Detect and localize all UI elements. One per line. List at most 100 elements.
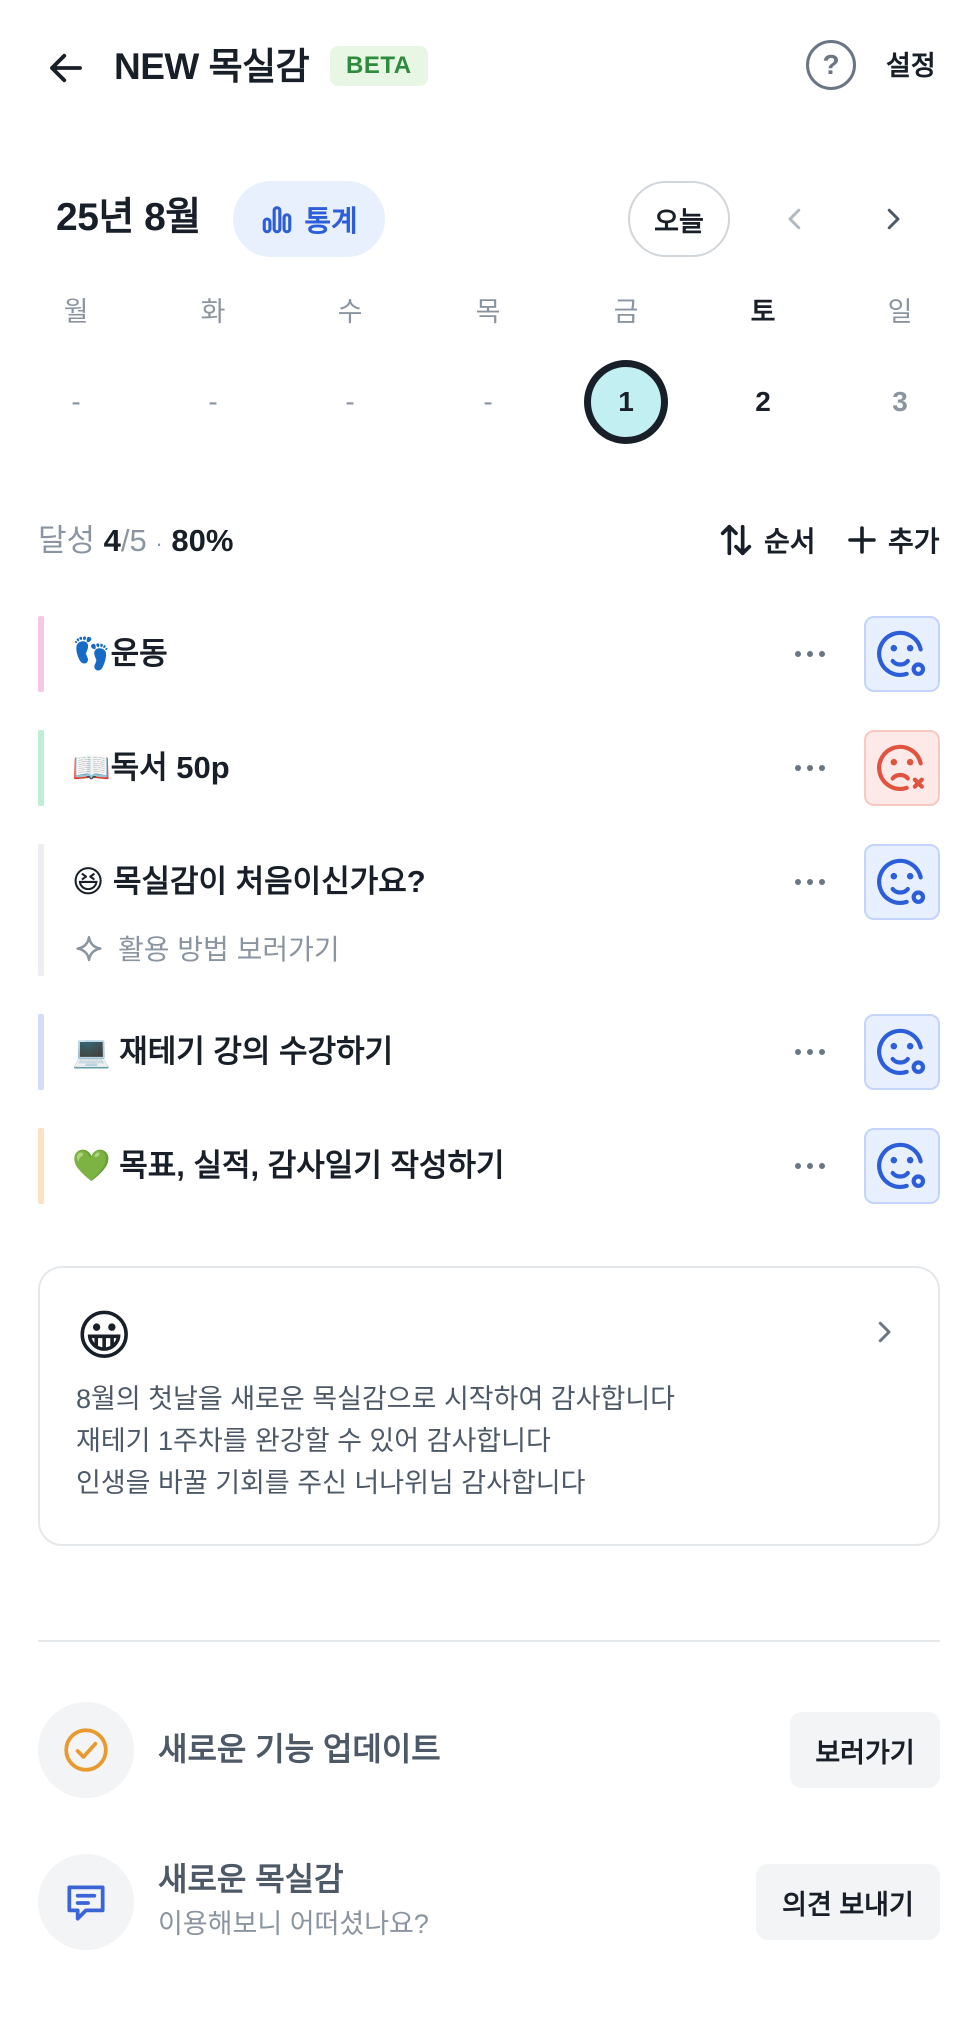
habit-check-button[interactable] <box>864 730 940 806</box>
habit-item[interactable]: 📖독서 50p <box>38 730 940 806</box>
beta-badge: BETA <box>330 46 428 86</box>
more-options-button[interactable] <box>782 634 838 674</box>
chat-bubble-icon <box>67 1885 105 1921</box>
order-button[interactable]: 순서 <box>716 520 816 560</box>
habit-label: 목표, 실적, 감사일기 작성하기 <box>110 1148 505 1183</box>
smile-check-icon <box>877 1142 926 1189</box>
day-cell[interactable]: - <box>308 360 392 444</box>
diary-line: 8월의 첫날을 새로운 목실감으로 시작하여 감사합니다 <box>76 1384 676 1414</box>
achievement-label: 달성 <box>38 523 96 558</box>
smile-check-icon <box>877 1028 926 1075</box>
back-button[interactable] <box>38 40 94 96</box>
chevron-right-icon <box>887 208 900 230</box>
chevron-right-icon <box>864 1312 904 1352</box>
more-options-button[interactable] <box>782 748 838 788</box>
habit-name: 👣운동 <box>72 630 168 678</box>
weekday-label: 일 <box>887 297 913 327</box>
habit-emoji: 📖 <box>72 750 111 785</box>
habit-color-bar <box>38 1014 44 1090</box>
page-title: NEW 목실감 <box>114 46 310 87</box>
settings-button[interactable]: 설정 <box>886 46 936 86</box>
habit-name: 😆 목실감이 처음이신가요? <box>72 858 426 906</box>
habit-label: 목실감이 처음이신가요? <box>104 864 426 899</box>
stats-button[interactable]: 통계 <box>233 181 385 257</box>
habit-check-button[interactable] <box>864 1014 940 1090</box>
day-cell[interactable]: 2 <box>721 360 805 444</box>
habit-check-button[interactable] <box>864 1128 940 1204</box>
guide-link-label: 활용 방법 보러가기 <box>118 934 340 965</box>
weekday-label: 토 <box>750 297 776 327</box>
weekday-label: 목 <box>475 297 501 327</box>
habit-label: 독서 50p <box>110 750 230 785</box>
update-icon-wrap <box>38 1702 134 1798</box>
diary-line: 재테기 1주차를 완강할 수 있어 감사합니다 <box>76 1426 551 1456</box>
stats-label: 통계 <box>304 206 358 238</box>
weekday-label: 수 <box>337 297 363 327</box>
sad-x-icon <box>877 744 924 791</box>
sparkle-icon <box>76 935 102 962</box>
diary-line: 인생을 바꿀 기회를 주신 너나위님 감사합니다 <box>76 1468 586 1498</box>
habit-item[interactable]: 💚 목표, 실적, 감사일기 작성하기 <box>38 1128 940 1204</box>
achievement-percent: 80% <box>171 523 234 558</box>
feedback-subtitle: 이용해보니 어떠셨나요? <box>158 1909 429 1939</box>
today-button[interactable]: 오늘 <box>628 181 730 257</box>
day-cell[interactable]: 3 <box>858 360 942 444</box>
view-update-button[interactable]: 보러가기 <box>790 1712 940 1788</box>
habit-name: 📖독서 50p <box>72 744 230 792</box>
sort-arrows-icon <box>720 524 752 556</box>
app-header: NEW 목실감 BETA ? 설정 <box>0 0 978 132</box>
add-label: 추가 <box>888 526 940 557</box>
feedback-title: 새로운 목실감 <box>158 1861 344 1897</box>
achievement-done: 4 <box>103 523 121 558</box>
habit-name: 💻 재테기 강의 수강하기 <box>72 1028 393 1076</box>
habit-check-button[interactable] <box>864 616 940 692</box>
weekday-label: 금 <box>613 297 639 327</box>
bar-chart-icon <box>263 206 292 234</box>
prev-month-button[interactable] <box>770 194 820 244</box>
update-title: 새로운 기능 업데이트 <box>158 1731 441 1767</box>
habit-emoji: 😆 <box>72 864 105 899</box>
send-feedback-button[interactable]: 의견 보내기 <box>756 1864 940 1940</box>
habit-color-bar <box>38 844 44 976</box>
more-options-button[interactable] <box>782 862 838 902</box>
more-options-button[interactable] <box>782 1032 838 1072</box>
day-cell[interactable]: - <box>171 360 255 444</box>
chevron-left-icon <box>788 208 801 230</box>
month-label: 25년 8월 <box>56 196 201 239</box>
habit-item[interactable]: 😆 목실감이 처음이신가요? 활용 방법 보러가기 <box>38 844 940 976</box>
more-options-button[interactable] <box>782 1146 838 1186</box>
achievement-total: /5 <box>120 523 147 558</box>
habit-name: 💚 목표, 실적, 감사일기 작성하기 <box>72 1142 505 1190</box>
day-cell[interactable]: - <box>446 360 530 444</box>
habit-item[interactable]: 👣운동 <box>38 616 940 692</box>
divider <box>38 1640 940 1642</box>
habit-label: 재테기 강의 수강하기 <box>110 1034 394 1069</box>
habit-color-bar <box>38 1128 44 1204</box>
weekday-label: 월 <box>63 297 89 327</box>
add-button[interactable]: 추가 <box>844 520 940 560</box>
help-button[interactable]: ? <box>806 40 856 90</box>
weekday-label: 화 <box>200 297 226 327</box>
habit-color-bar <box>38 616 44 692</box>
day-cell[interactable]: - <box>34 360 118 444</box>
habit-emoji: 💚 <box>72 1148 111 1183</box>
habit-emoji: 💻 <box>72 1034 111 1069</box>
check-circle-icon <box>64 1728 108 1772</box>
diary-emoji: 😀 <box>76 1306 133 1366</box>
smile-check-icon <box>877 630 926 677</box>
habit-item[interactable]: 💻 재테기 강의 수강하기 <box>38 1014 940 1090</box>
habit-emoji: 👣 <box>72 636 111 671</box>
feedback-icon-wrap <box>38 1854 134 1950</box>
arrow-left-icon <box>50 53 82 83</box>
separator: · <box>155 531 163 556</box>
habit-color-bar <box>38 730 44 806</box>
achievement-summary: 달성 4/5 · 80% <box>38 518 233 567</box>
plus-icon <box>848 526 876 554</box>
guide-link[interactable]: 활용 방법 보러가기 <box>72 930 340 970</box>
next-month-button[interactable] <box>868 194 918 244</box>
day-cell-selected[interactable]: 1 <box>584 360 668 444</box>
gratitude-diary-card[interactable]: 😀 8월의 첫날을 새로운 목실감으로 시작하여 감사합니다 재테기 1주차를 … <box>38 1266 940 1546</box>
habit-check-button[interactable] <box>864 844 940 920</box>
habit-label: 운동 <box>110 636 168 671</box>
question-circle-icon: ? <box>822 49 840 80</box>
